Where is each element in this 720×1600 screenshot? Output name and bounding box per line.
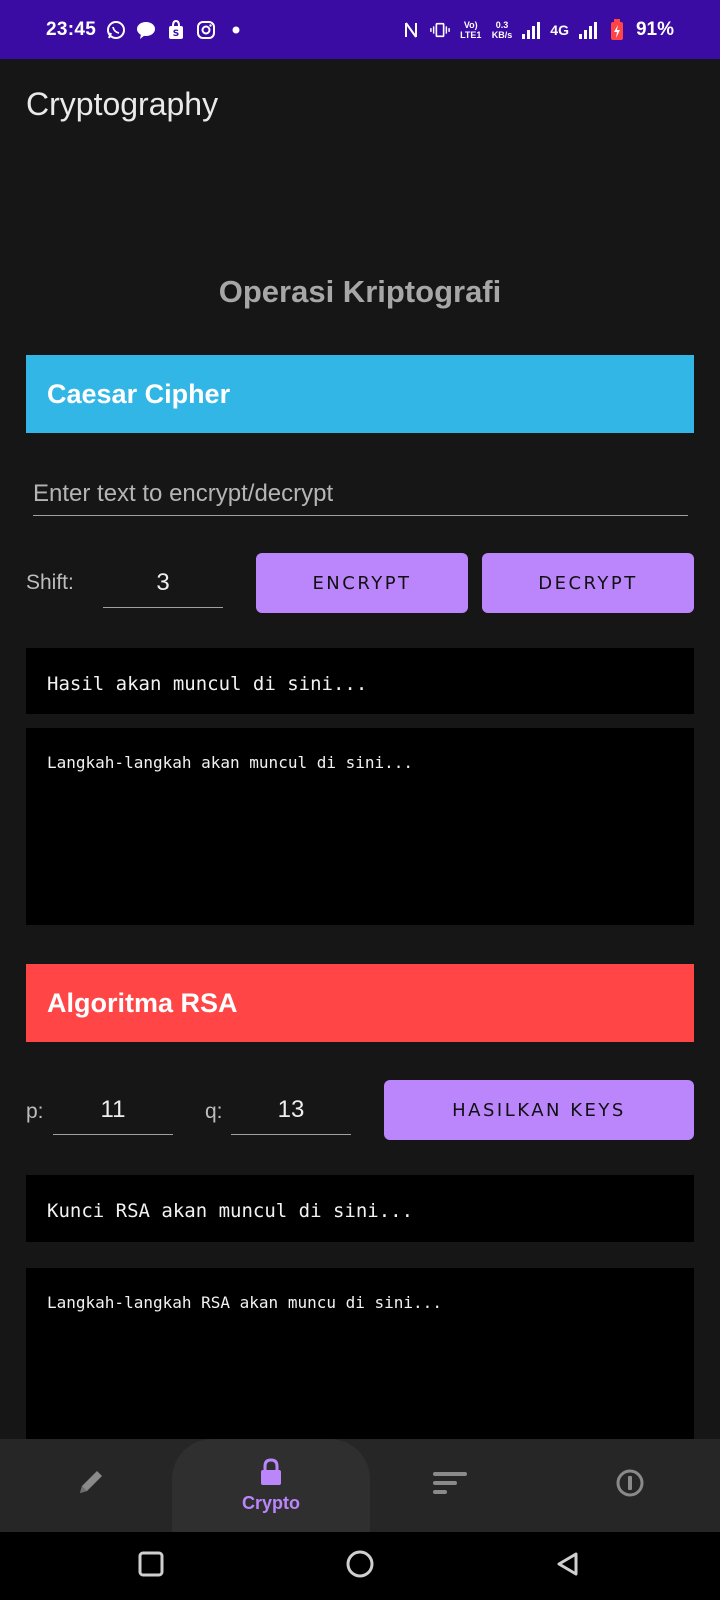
rsa-steps-text: Langkah-langkah RSA akan muncu di sini..… bbox=[47, 1293, 442, 1312]
circle-icon bbox=[345, 1549, 375, 1584]
whatsapp-icon bbox=[106, 20, 126, 40]
instagram-icon bbox=[196, 20, 216, 40]
shopping-bag-icon: S bbox=[166, 19, 186, 40]
generate-keys-button-label: HASILKAN KEYS bbox=[452, 1099, 626, 1121]
signal-icon bbox=[521, 20, 541, 40]
info-icon bbox=[614, 1467, 646, 1504]
recent-apps-button[interactable] bbox=[121, 1532, 181, 1600]
sort-icon bbox=[431, 1469, 469, 1502]
q-input[interactable]: 13 bbox=[231, 1085, 351, 1135]
q-label: q: bbox=[205, 1100, 223, 1123]
battery-charging-icon bbox=[607, 18, 627, 40]
home-button[interactable] bbox=[330, 1532, 390, 1600]
rsa-section-title: Algoritma RSA bbox=[47, 987, 238, 1018]
nav-item-info[interactable] bbox=[590, 1439, 670, 1532]
decrypt-button[interactable]: DECRYPT bbox=[482, 553, 694, 613]
nav-item-crypto[interactable]: Crypto bbox=[221, 1439, 321, 1532]
network-type: 4G bbox=[550, 21, 569, 38]
system-navigation-bar bbox=[0, 1532, 720, 1600]
p-input[interactable]: 11 bbox=[53, 1085, 173, 1135]
encrypt-button-label: ENCRYPT bbox=[312, 572, 412, 594]
caesar-result-text: Hasil akan muncul di sini... bbox=[47, 673, 368, 695]
net-speed-unit: KB/s bbox=[491, 29, 513, 40]
caesar-text-input[interactable] bbox=[33, 472, 688, 516]
bottom-navigation: Crypto bbox=[0, 1439, 720, 1532]
rsa-steps-box: Langkah-langkah RSA akan muncu di sini..… bbox=[26, 1268, 694, 1439]
status-time: 23:45 bbox=[46, 18, 97, 40]
vibrate-icon bbox=[429, 20, 450, 40]
caesar-section-header: Caesar Cipher bbox=[26, 355, 694, 433]
signal-icon bbox=[578, 20, 598, 40]
page-heading: Operasi Kriptografi bbox=[218, 274, 502, 309]
lock-icon bbox=[258, 1457, 284, 1491]
encrypt-button[interactable]: ENCRYPT bbox=[256, 553, 468, 613]
rsa-keys-box: Kunci RSA akan muncul di sini... bbox=[26, 1175, 694, 1242]
shift-value: 3 bbox=[156, 568, 170, 596]
pencil-icon bbox=[72, 1465, 108, 1506]
nav-item-edit[interactable] bbox=[50, 1439, 130, 1532]
generate-keys-button[interactable]: HASILKAN KEYS bbox=[384, 1080, 694, 1140]
back-triangle-icon bbox=[554, 1550, 582, 1583]
nav-item-sort[interactable] bbox=[410, 1439, 490, 1532]
caesar-steps-box: Langkah-langkah akan muncul di sini... bbox=[26, 728, 694, 925]
nav-label-crypto: Crypto bbox=[242, 1492, 300, 1513]
status-bar: 23:45 S Vo) LTE1 0.3 KB/s 4G 91% bbox=[0, 0, 720, 59]
rsa-section-header: Algoritma RSA bbox=[26, 964, 694, 1042]
status-right: Vo) LTE1 0.3 KB/s 4G 91% bbox=[401, 18, 674, 41]
svg-text:S: S bbox=[173, 29, 179, 39]
q-value: 13 bbox=[277, 1095, 305, 1123]
shift-label: Shift: bbox=[26, 571, 74, 594]
message-icon bbox=[136, 20, 156, 40]
decrypt-button-label: DECRYPT bbox=[538, 572, 638, 594]
battery-percent: 91% bbox=[635, 18, 674, 40]
volte-indicator: Vo) LTE1 bbox=[460, 19, 482, 40]
caesar-section-title: Caesar Cipher bbox=[47, 378, 231, 409]
rsa-keys-text: Kunci RSA akan muncul di sini... bbox=[47, 1200, 414, 1222]
dot-icon bbox=[226, 20, 246, 40]
p-label: p: bbox=[26, 1100, 44, 1123]
nfc-icon bbox=[401, 20, 421, 40]
net-speed: 0.3 KB/s bbox=[492, 20, 513, 40]
caesar-steps-text: Langkah-langkah akan muncul di sini... bbox=[47, 753, 414, 772]
p-value: 11 bbox=[100, 1095, 126, 1123]
status-left: 23:45 S bbox=[46, 19, 246, 41]
net-speed-value: 0.3 bbox=[495, 19, 509, 30]
app-title: Cryptography bbox=[26, 86, 219, 122]
square-icon bbox=[137, 1550, 165, 1583]
back-button[interactable] bbox=[538, 1532, 598, 1600]
shift-input[interactable]: 3 bbox=[103, 558, 223, 608]
caesar-result-box: Hasil akan muncul di sini... bbox=[26, 648, 694, 714]
